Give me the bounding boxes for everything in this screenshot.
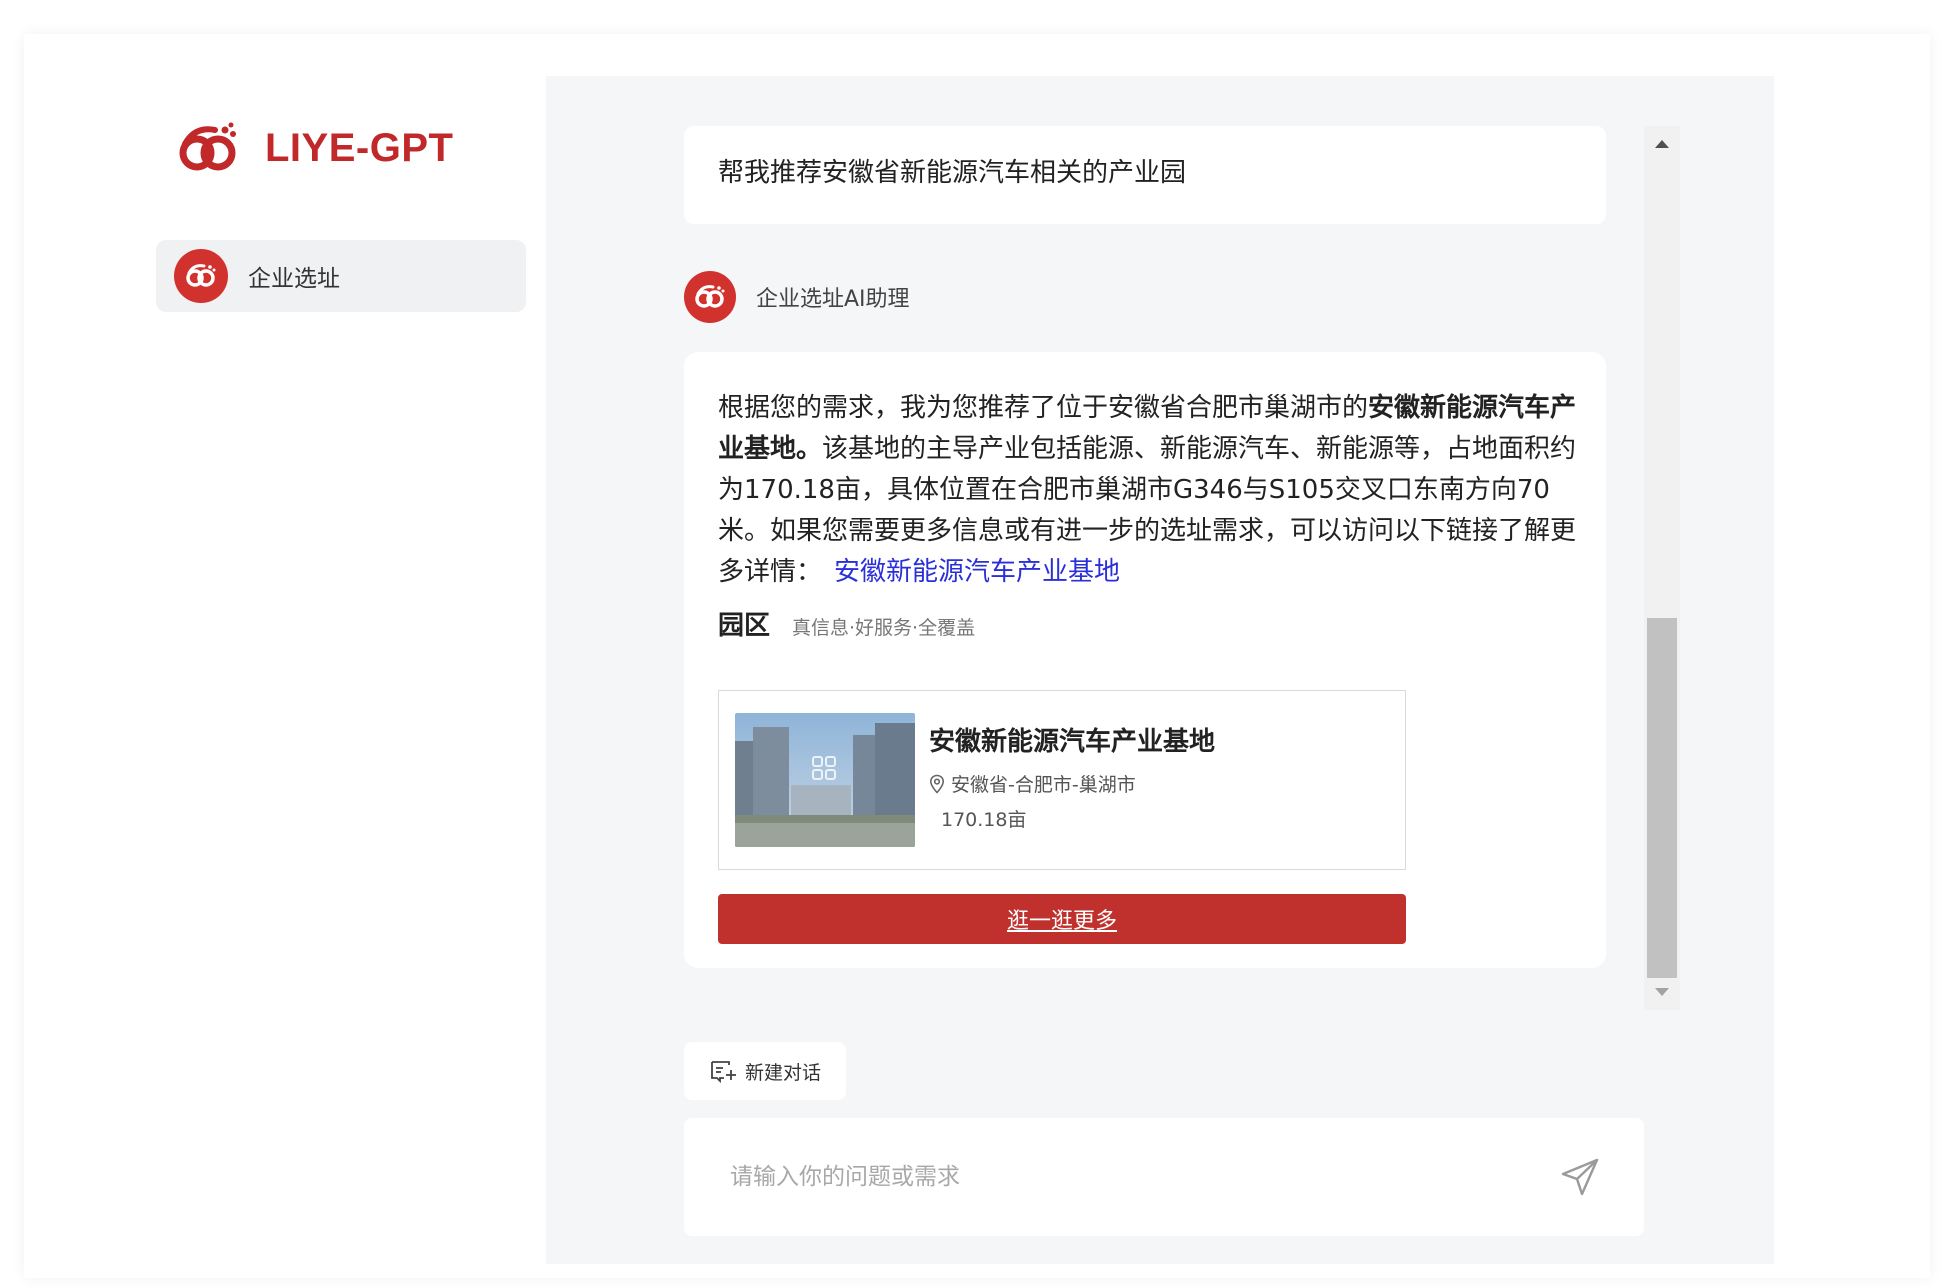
park-card[interactable]: 安徽新能源汽车产业基地 安徽省-合肥市-巢湖市 170.18亩 xyxy=(718,690,1406,870)
scrollbar-thumb[interactable] xyxy=(1647,618,1677,978)
browse-more-button[interactable]: 逛一逛更多 xyxy=(718,894,1406,944)
park-section-header: 园区 真信息·好服务·全覆盖 xyxy=(718,605,1572,642)
scroll-up-arrow-icon[interactable] xyxy=(1644,126,1680,162)
park-location-text: 安徽省-合肥市-巢湖市 xyxy=(951,774,1136,796)
brand-name: LIYE-GPT xyxy=(265,125,454,170)
new-chat-icon xyxy=(711,1061,736,1083)
brand: LIYE-GPT xyxy=(175,118,453,178)
sidebar: LIYE-GPT 企业选址 xyxy=(0,0,545,1288)
park-area: 170.18亩 xyxy=(941,809,1027,831)
park-info: 安徽新能源汽车产业基地 安徽省-合肥市-巢湖市 170.18亩 xyxy=(929,713,1215,832)
chat-input-box xyxy=(684,1118,1644,1236)
scrollbar[interactable] xyxy=(1644,126,1680,1010)
scroll-down-arrow-icon[interactable] xyxy=(1644,974,1680,1010)
user-message: 帮我推荐安徽省新能源汽车相关的产业园 xyxy=(684,126,1606,224)
brand-logo-icon xyxy=(179,122,236,171)
location-pin-icon xyxy=(929,774,945,794)
answer-text-prefix: 根据您的需求，我为您推荐了位于安徽省合肥市巢湖市的 xyxy=(718,393,1369,423)
send-icon[interactable] xyxy=(1560,1157,1600,1197)
assistant-answer: 根据您的需求，我为您推荐了位于安徽省合肥市巢湖市的安徽新能源汽车产业基地。该基地… xyxy=(718,388,1578,593)
park-name: 安徽新能源汽车产业基地 xyxy=(929,727,1216,757)
new-chat-button[interactable]: 新建对话 xyxy=(684,1042,846,1100)
sidebar-item-label: 企业选址 xyxy=(248,266,340,292)
park-section-subtitle: 真信息·好服务·全覆盖 xyxy=(792,617,976,639)
user-message-text: 帮我推荐安徽省新能源汽车相关的产业园 xyxy=(718,158,1187,188)
brand-avatar-icon xyxy=(174,249,228,303)
park-photo xyxy=(735,713,915,847)
assistant-header: 企业选址AI助理 xyxy=(684,270,910,324)
message-list[interactable]: 帮我推荐安徽省新能源汽车相关的产业园 企业选址AI助理 根据您的需求，我为您推荐… xyxy=(684,126,1644,1010)
assistant-name: 企业选址AI助理 xyxy=(756,287,910,312)
park-detail-link[interactable]: 安徽新能源汽车产业基地 xyxy=(834,557,1120,587)
new-chat-label: 新建对话 xyxy=(744,1061,821,1084)
chat-input[interactable] xyxy=(730,1164,1560,1190)
sidebar-item-site-selection[interactable]: 企业选址 xyxy=(156,240,526,312)
park-location: 安徽省-合肥市-巢湖市 xyxy=(929,770,1215,797)
assistant-message: 根据您的需求，我为您推荐了位于安徽省合肥市巢湖市的安徽新能源汽车产业基地。该基地… xyxy=(684,352,1606,968)
assistant-avatar-icon xyxy=(684,271,736,323)
chat-panel: 帮我推荐安徽省新能源汽车相关的产业园 企业选址AI助理 根据您的需求，我为您推荐… xyxy=(546,76,1774,1264)
park-section-title: 园区 xyxy=(718,611,771,641)
